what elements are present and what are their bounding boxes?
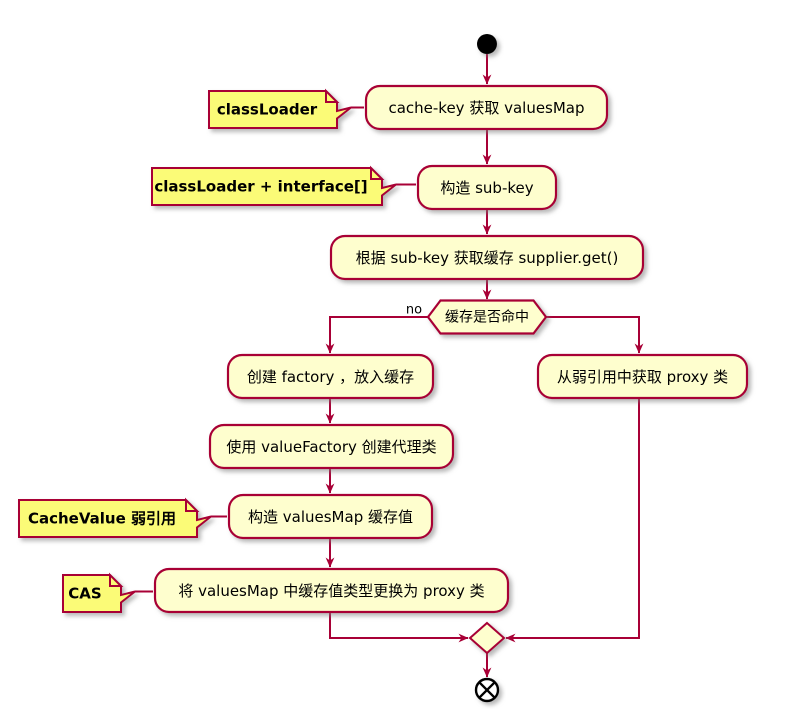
note-class-loader[interactable]: classLoader bbox=[208, 88, 364, 129]
activity-nodes: cache-key 获取 valuesMap 构造 sub-key 根据 sub… bbox=[153, 84, 749, 614]
note-label: classLoader + interface[] bbox=[154, 178, 367, 196]
activity-diagram-canvas: cache-key 获取 valuesMap 构造 sub-key 根据 sub… bbox=[0, 0, 790, 709]
note-cas[interactable]: CAS bbox=[62, 572, 153, 613]
edge-cas-replace-to-merge bbox=[329, 612, 469, 643]
activity-get-proxy-from-weakref[interactable]: 从弱引用中获取 proxy 类 bbox=[536, 353, 749, 400]
edge-decision-no-to-create-factory bbox=[325, 316, 428, 354]
activity-label: 根据 sub-key 获取缓存 supplier.get() bbox=[356, 249, 619, 267]
activity-build-cache-value[interactable]: 构造 valuesMap 缓存值 bbox=[227, 493, 434, 540]
note-label: CAS bbox=[68, 585, 101, 603]
activity-label: 构造 sub-key bbox=[440, 179, 533, 197]
activity-label: 从弱引用中获取 proxy 类 bbox=[557, 368, 728, 386]
edge-decision-yes-to-get-proxy bbox=[546, 316, 644, 354]
decision-label: 缓存是否命中 bbox=[445, 309, 529, 326]
activity-label: cache-key 获取 valuesMap bbox=[388, 99, 584, 117]
note-label: classLoader bbox=[217, 101, 318, 119]
activity-label: 构造 valuesMap 缓存值 bbox=[248, 508, 413, 526]
activity-create-factory[interactable]: 创建 factory ，放入缓存 bbox=[226, 353, 435, 400]
start-node bbox=[477, 34, 497, 54]
activity-cas-replace-value[interactable]: 将 valuesMap 中缓存值类型更换为 proxy 类 bbox=[153, 567, 510, 614]
edge-get-proxy-to-merge bbox=[505, 398, 640, 643]
note-cache-value[interactable]: CacheValue 弱引用 bbox=[18, 497, 227, 538]
end-node bbox=[474, 677, 500, 703]
branch-label-no: no bbox=[406, 303, 422, 318]
activity-label: 将 valuesMap 中缓存值类型更换为 proxy 类 bbox=[178, 582, 484, 600]
merge-diamond bbox=[468, 621, 506, 655]
activity-label: 创建 factory ，放入缓存 bbox=[247, 368, 414, 386]
activity-get-values-map[interactable]: cache-key 获取 valuesMap bbox=[364, 84, 609, 131]
decision-cache-hit[interactable]: 缓存是否命中 bbox=[426, 299, 548, 335]
activity-get-cache-supplier[interactable]: 根据 sub-key 获取缓存 supplier.get() bbox=[329, 234, 645, 281]
activity-create-proxy-class[interactable]: 使用 valueFactory 创建代理类 bbox=[208, 423, 455, 470]
diagram-svg: cache-key 获取 valuesMap 构造 sub-key 根据 sub… bbox=[18, 34, 749, 703]
note-label: CacheValue 弱引用 bbox=[28, 510, 176, 528]
note-class-loader-interface[interactable]: classLoader + interface[] bbox=[151, 165, 416, 206]
activity-label: 使用 valueFactory 创建代理类 bbox=[226, 438, 436, 456]
activity-build-sub-key[interactable]: 构造 sub-key bbox=[416, 164, 558, 211]
